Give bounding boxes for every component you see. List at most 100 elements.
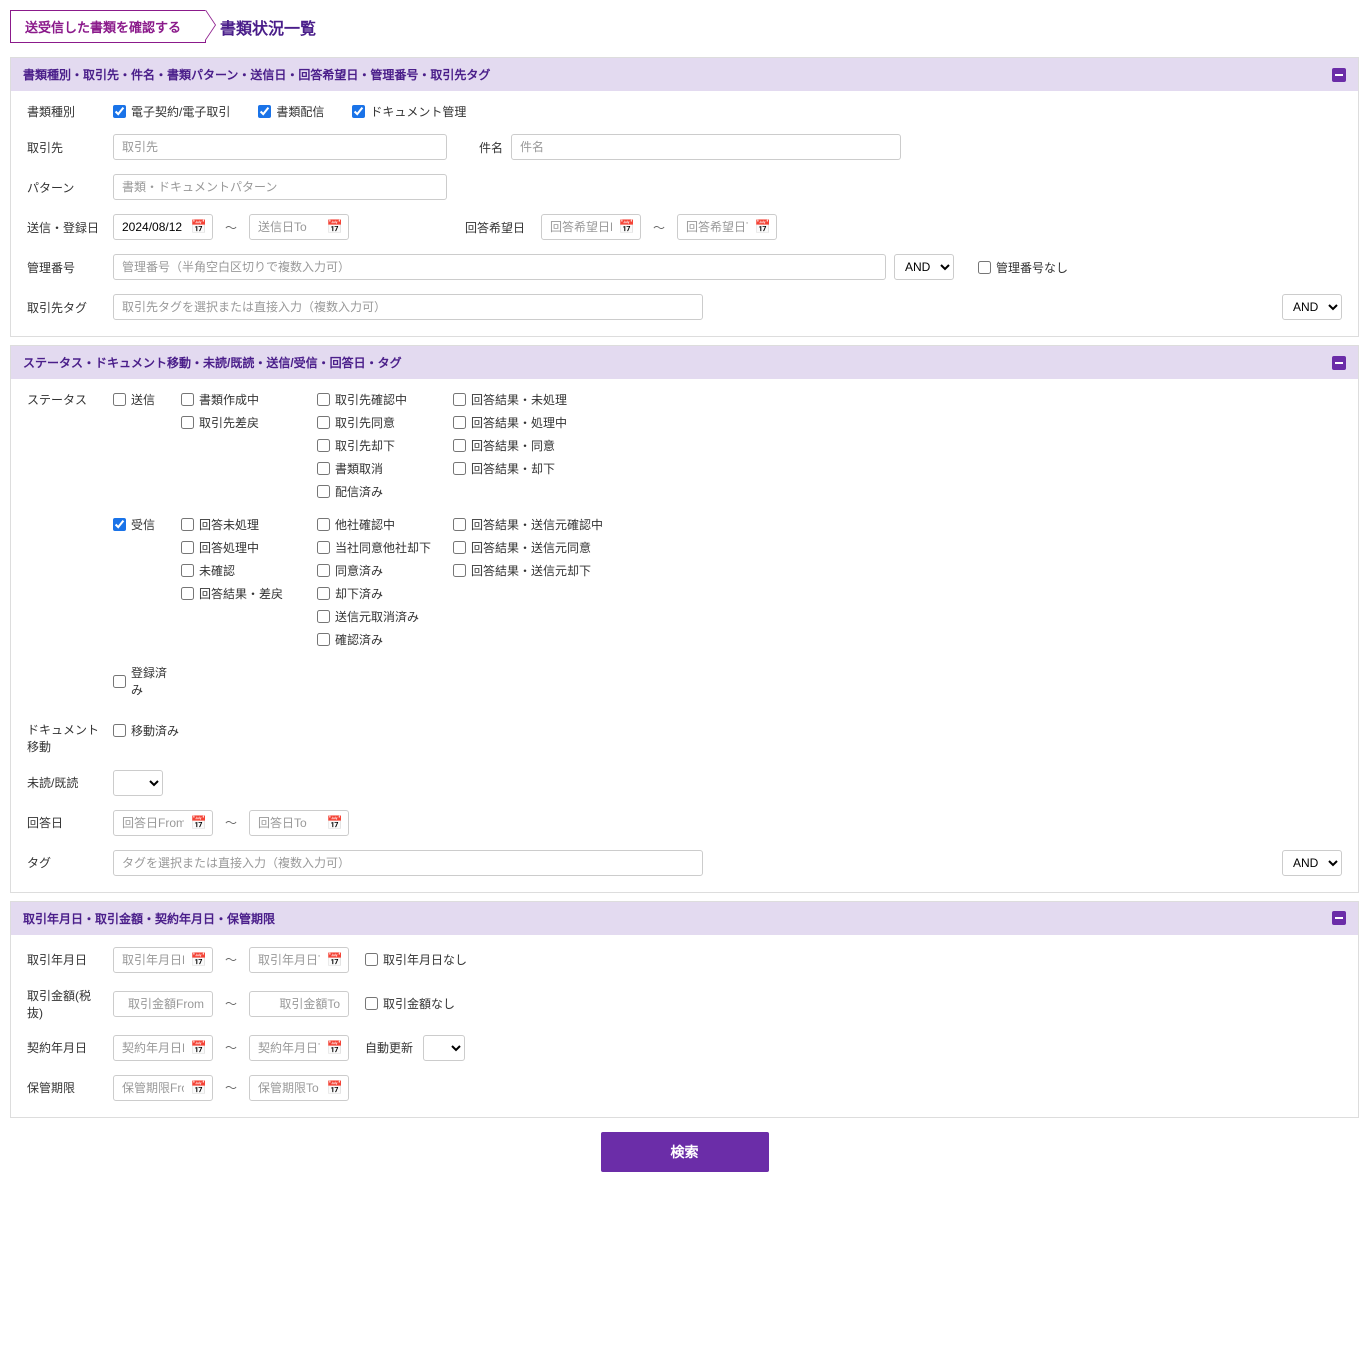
lbl-send-c3-3: 回答結果・却下 xyxy=(471,460,555,477)
chk-recv-c1-0[interactable] xyxy=(181,518,194,531)
chk-recv-c1-2[interactable] xyxy=(181,564,194,577)
chk-send-c3-0[interactable] xyxy=(453,393,466,406)
chk-recv-c3-1[interactable] xyxy=(453,541,466,554)
lbl-recv-c2-3: 却下済み xyxy=(335,585,383,602)
panel-title-3: 取引年月日・取引金額・契約年月日・保管期限 xyxy=(23,910,275,927)
chk-distribute[interactable] xyxy=(258,105,271,118)
breadcrumb-button[interactable]: 送受信した書類を確認する xyxy=(10,10,206,43)
input-txn-from[interactable] xyxy=(113,947,213,973)
input-amt-to[interactable] xyxy=(249,991,349,1017)
label-reply-date: 回答希望日 xyxy=(465,219,533,236)
label-tag: タグ xyxy=(27,854,105,871)
chk-electronic[interactable] xyxy=(113,105,126,118)
chk-recv-c2-1[interactable] xyxy=(317,541,330,554)
sep: ～ xyxy=(221,219,241,236)
chk-recv-c3-0[interactable] xyxy=(453,518,466,531)
chk-recv[interactable] xyxy=(113,518,126,531)
lbl-send: 送信 xyxy=(131,391,155,408)
chk-send-c1-0[interactable] xyxy=(181,393,194,406)
input-send-from[interactable] xyxy=(113,214,213,240)
label-doc-move: ドキュメント移動 xyxy=(27,722,105,756)
sel-read-status[interactable] xyxy=(113,770,163,796)
chk-send-c1-1[interactable] xyxy=(181,416,194,429)
search-button[interactable]: 検索 xyxy=(601,1132,769,1172)
label-retention: 保管期限 xyxy=(27,1079,105,1096)
chk-no-txn-date[interactable] xyxy=(365,953,378,966)
lbl-recv-c1-3: 回答結果・差戻 xyxy=(199,585,283,602)
input-con-from[interactable] xyxy=(113,1035,213,1061)
chk-send-c2-2[interactable] xyxy=(317,439,330,452)
lbl-send-c2-1: 取引先同意 xyxy=(335,414,395,431)
chk-registered[interactable] xyxy=(113,675,126,688)
input-tag[interactable] xyxy=(113,850,703,876)
label-txn-date: 取引年月日 xyxy=(27,951,105,968)
panel-doc-filter: 書類種別・取引先・件名・書類パターン・送信日・回答希望日・管理番号・取引先タグ … xyxy=(10,57,1359,337)
lbl-send-c3-1: 回答結果・処理中 xyxy=(471,414,567,431)
lbl-moved: 移動済み xyxy=(131,722,179,739)
chk-send-c2-1[interactable] xyxy=(317,416,330,429)
label-mgmt-no: 管理番号 xyxy=(27,259,105,276)
chk-recv-c2-3[interactable] xyxy=(317,587,330,600)
input-replydate-to[interactable] xyxy=(249,810,349,836)
lbl-send-c2-4: 配信済み xyxy=(335,483,383,500)
input-amt-from[interactable] xyxy=(113,991,213,1017)
input-txn-to[interactable] xyxy=(249,947,349,973)
sel-mgmt-logic[interactable]: AND xyxy=(894,254,954,280)
sep: ～ xyxy=(221,1039,241,1056)
chk-moved[interactable] xyxy=(113,724,126,737)
label-partner: 取引先 xyxy=(27,139,105,156)
chk-send[interactable] xyxy=(113,393,126,406)
input-pattern[interactable] xyxy=(113,174,447,200)
chk-recv-c3-2[interactable] xyxy=(453,564,466,577)
chk-recv-c1-3[interactable] xyxy=(181,587,194,600)
lbl-send-c1-1: 取引先差戻 xyxy=(199,414,259,431)
label-reply-date-2: 回答日 xyxy=(27,814,105,831)
lbl-electronic: 電子契約/電子取引 xyxy=(131,103,230,120)
input-con-to[interactable] xyxy=(249,1035,349,1061)
chk-recv-c2-5[interactable] xyxy=(317,633,330,646)
sel-auto-renew[interactable] xyxy=(423,1035,465,1061)
chk-recv-c2-2[interactable] xyxy=(317,564,330,577)
input-ret-from[interactable] xyxy=(113,1075,213,1101)
chk-recv-c1-1[interactable] xyxy=(181,541,194,554)
chk-send-c3-2[interactable] xyxy=(453,439,466,452)
input-ret-to[interactable] xyxy=(249,1075,349,1101)
input-partner-tag[interactable] xyxy=(113,294,703,320)
collapse-icon[interactable] xyxy=(1332,356,1346,370)
input-partner[interactable] xyxy=(113,134,447,160)
lbl-no-mgmt: 管理番号なし xyxy=(996,259,1068,276)
lbl-docmgmt: ドキュメント管理 xyxy=(370,103,466,120)
input-reply-from[interactable] xyxy=(541,214,641,240)
chk-send-c3-3[interactable] xyxy=(453,462,466,475)
lbl-recv-c3-0: 回答結果・送信元確認中 xyxy=(471,516,603,533)
chk-send-c3-1[interactable] xyxy=(453,416,466,429)
input-reply-to[interactable] xyxy=(677,214,777,240)
lbl-recv-c1-2: 未確認 xyxy=(199,562,235,579)
chk-docmgmt[interactable] xyxy=(352,105,365,118)
chk-send-c2-4[interactable] xyxy=(317,485,330,498)
lbl-recv-c2-2: 同意済み xyxy=(335,562,383,579)
collapse-icon[interactable] xyxy=(1332,911,1346,925)
input-send-to[interactable] xyxy=(249,214,349,240)
chk-no-mgmt[interactable] xyxy=(978,261,991,274)
lbl-send-c2-3: 書類取消 xyxy=(335,460,383,477)
label-pattern: パターン xyxy=(27,179,105,196)
input-mgmt-no[interactable] xyxy=(113,254,886,280)
page-title: 書類状況一覧 xyxy=(220,15,316,39)
collapse-icon[interactable] xyxy=(1332,68,1346,82)
chk-send-c2-3[interactable] xyxy=(317,462,330,475)
chk-send-c2-0[interactable] xyxy=(317,393,330,406)
chk-recv-c2-0[interactable] xyxy=(317,518,330,531)
chk-no-txn-amount[interactable] xyxy=(365,997,378,1010)
lbl-no-txn-amount: 取引金額なし xyxy=(383,995,455,1012)
sel-tag-logic-2[interactable]: AND xyxy=(1282,850,1342,876)
input-subject[interactable] xyxy=(511,134,901,160)
label-txn-amount: 取引金額(税抜) xyxy=(27,987,105,1021)
input-replydate-from[interactable] xyxy=(113,810,213,836)
sel-tag-logic[interactable]: AND xyxy=(1282,294,1342,320)
lbl-no-txn-date: 取引年月日なし xyxy=(383,951,467,968)
chk-recv-c2-4[interactable] xyxy=(317,610,330,623)
panel-header-1: 書類種別・取引先・件名・書類パターン・送信日・回答希望日・管理番号・取引先タグ xyxy=(11,58,1358,91)
lbl-recv-c1-0: 回答未処理 xyxy=(199,516,259,533)
lbl-send-c1-0: 書類作成中 xyxy=(199,391,259,408)
